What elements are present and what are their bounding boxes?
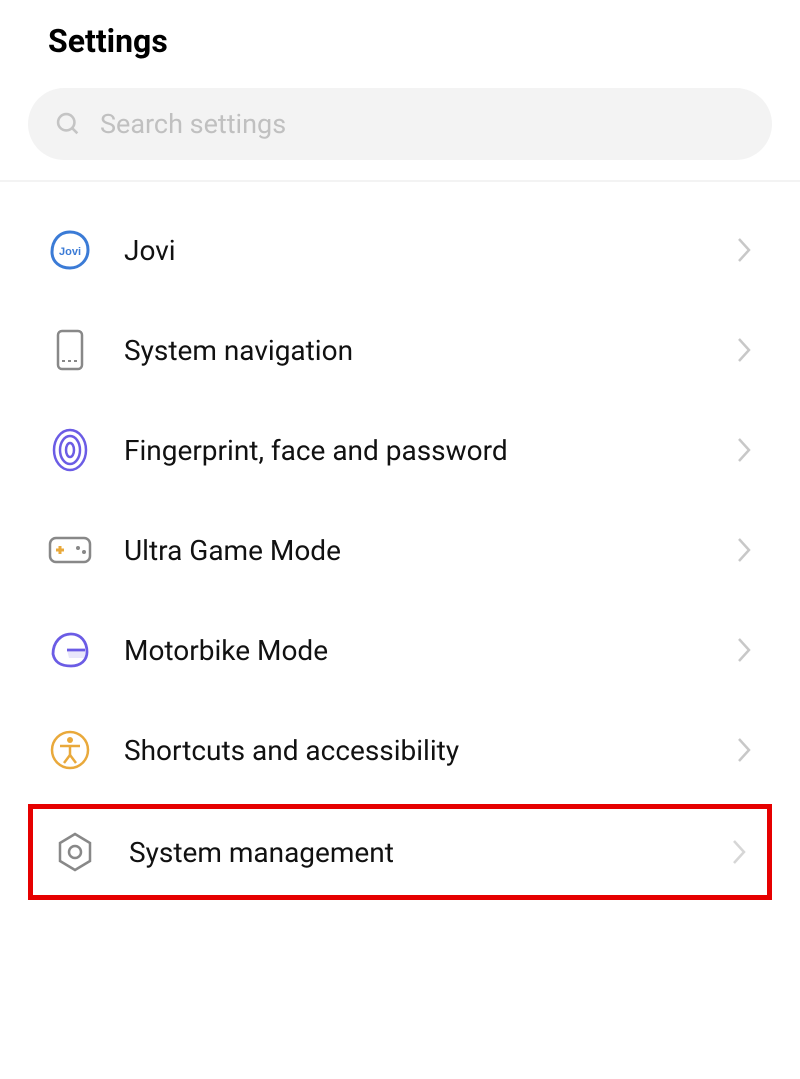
search-icon <box>54 110 82 138</box>
list-item-label: System management <box>129 836 699 869</box>
chevron-right-icon <box>736 336 752 364</box>
list-item-label: Jovi <box>124 234 704 267</box>
list-item-motorbike-mode[interactable]: Motorbike Mode <box>0 600 800 700</box>
list-item-label: Motorbike Mode <box>124 634 704 667</box>
list-item-accessibility[interactable]: Shortcuts and accessibility <box>0 700 800 800</box>
page-title: Settings <box>0 0 800 88</box>
list-item-ultra-game-mode[interactable]: Ultra Game Mode <box>0 500 800 600</box>
helmet-icon <box>48 630 92 670</box>
search-input[interactable]: Search settings <box>28 88 772 160</box>
list-item-system-management[interactable]: System management <box>28 804 772 900</box>
chevron-right-icon <box>736 636 752 664</box>
gamepad-icon <box>48 534 92 566</box>
accessibility-icon <box>48 729 92 771</box>
list-item-label: System navigation <box>124 334 704 367</box>
settings-list: Jovi Jovi System navigation F <box>0 182 800 900</box>
search-placeholder: Search settings <box>100 108 286 140</box>
chevron-right-icon <box>736 536 752 564</box>
list-item-label: Ultra Game Mode <box>124 534 704 567</box>
search-section: Search settings <box>28 88 772 170</box>
svg-text:Jovi: Jovi <box>59 246 81 258</box>
chevron-right-icon <box>736 436 752 464</box>
gear-icon <box>53 831 97 873</box>
navigation-icon <box>48 329 92 371</box>
jovi-icon: Jovi <box>48 229 92 271</box>
chevron-right-icon <box>736 236 752 264</box>
list-item-label: Shortcuts and accessibility <box>124 734 704 767</box>
list-item-fingerprint[interactable]: Fingerprint, face and password <box>0 400 800 500</box>
list-item-label: Fingerprint, face and password <box>124 434 704 467</box>
list-item-jovi[interactable]: Jovi Jovi <box>0 200 800 300</box>
chevron-right-icon <box>736 736 752 764</box>
chevron-right-icon <box>731 838 747 866</box>
list-item-system-navigation[interactable]: System navigation <box>0 300 800 400</box>
fingerprint-icon <box>48 428 92 472</box>
